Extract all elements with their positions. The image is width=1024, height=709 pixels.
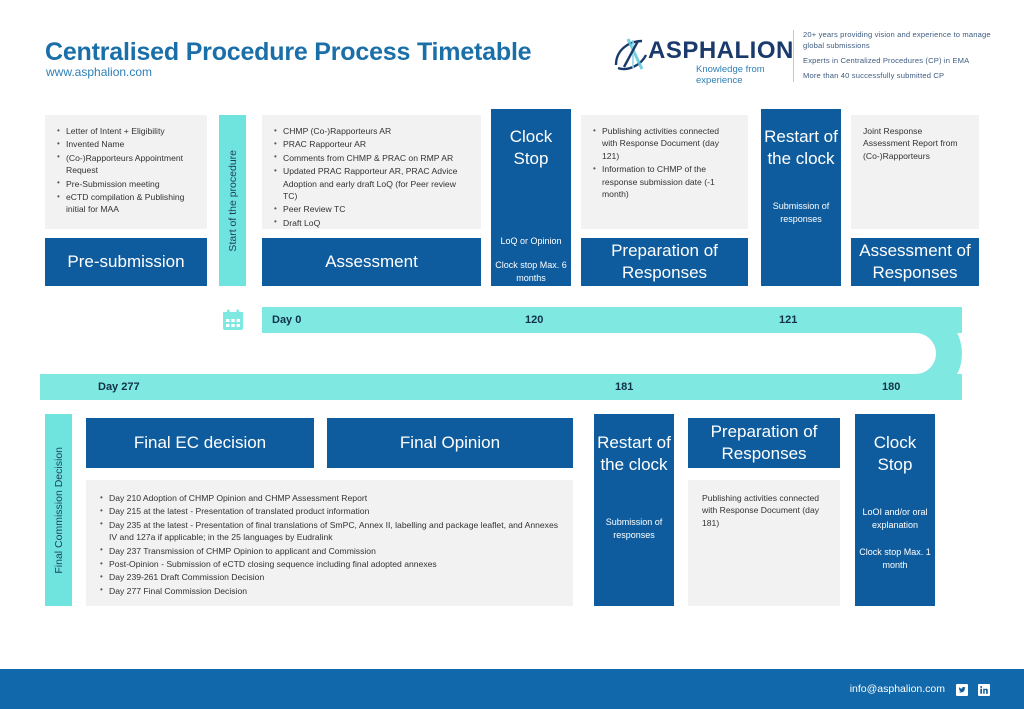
clock-stop-note-2: Clock stop Max. 6 months: [495, 260, 567, 283]
list-item: Publishing activities connected with Res…: [593, 124, 736, 162]
decision-notes: Day 210 Adoption of CHMP Opinion and CHM…: [86, 480, 573, 606]
list-item: Invented Name: [57, 138, 195, 151]
phase-label: Final Opinion: [399, 433, 501, 452]
list-item: Day 215 at the latest - Presentation of …: [100, 505, 559, 518]
note-text: Joint Response Assessment Report from (C…: [863, 126, 958, 161]
list-item: Comments from CHMP & PRAC on RMP AR: [274, 151, 469, 164]
logo-wordmark: ASPHALION: [648, 37, 794, 64]
logo-tagline: Knowledge from experience: [696, 64, 765, 86]
timeline-label-day277: Day 277: [98, 381, 140, 393]
header-claims: 20+ years providing vision and experienc…: [803, 29, 1008, 85]
calendar-icon: [223, 309, 243, 330]
list-item: Peer Review TC: [274, 203, 469, 216]
list-item: Letter of Intent + Eligibility: [57, 124, 195, 137]
timeline-label-180: 180: [882, 381, 901, 393]
phase-label: Preparation of Responses: [611, 241, 718, 282]
list-item: Day 239-261 Draft Commission Decision: [100, 571, 559, 584]
restart-clock-note: Submission of responses: [605, 517, 663, 540]
restart-clock-note: Submission of responses: [772, 201, 830, 224]
phase-label: Preparation of Responses: [710, 422, 818, 463]
timeline-label-121: 121: [779, 314, 798, 326]
list-item: (Co-)Rapporteurs Appointment Request: [57, 151, 195, 177]
list-item: Draft LoQ: [274, 216, 469, 229]
phase-label: Clock Stop: [873, 433, 917, 474]
list-item: Day 210 Adoption of CHMP Opinion and CHM…: [100, 491, 559, 504]
claim-line: Experts in Centralized Procedures (CP) i…: [803, 56, 970, 65]
twitter-icon[interactable]: [956, 684, 968, 696]
list-item: Day 235 at the latest - Presentation of …: [100, 518, 559, 544]
phase-preparation-bottom[interactable]: Preparation of Responses: [688, 418, 840, 468]
band-label: Final Commission Decision: [52, 446, 65, 574]
preparation-notes-top: Publishing activities connected with Res…: [581, 115, 748, 229]
phase-label: Assessment of Responses: [859, 241, 971, 282]
linkedin-icon[interactable]: [978, 684, 990, 696]
band-label: Start of the procedure: [226, 149, 239, 252]
phase-clock-stop-top[interactable]: Clock Stop LoQ or Opinion Clock stop Max…: [491, 109, 571, 286]
list-item: CHMP (Co-)Rapporteurs AR: [274, 124, 469, 137]
website-url: www.asphalion.com: [46, 65, 153, 79]
phase-clock-stop-bottom[interactable]: Clock Stop LoOI and/or oral explanation …: [855, 414, 935, 606]
page-title: Centralised Procedure Process Timetable: [45, 38, 532, 66]
assessment-notes: CHMP (Co-)Rapporteurs AR PRAC Rapporteur…: [262, 115, 481, 229]
final-commission-decision-band: Final Commission Decision: [45, 414, 72, 606]
infographic-page: Centralised Procedure Process Timetable …: [0, 0, 1024, 709]
header-divider: [793, 30, 794, 82]
list-item: eCTD compilation & Publishing initial fo…: [57, 191, 195, 216]
phase-label: Final EC decision: [133, 433, 267, 452]
list-item: PRAC Rapporteur AR: [274, 138, 469, 151]
timeline-label-120: 120: [525, 314, 544, 326]
checkered-flag-icon: [45, 376, 69, 398]
clock-stop-note-2: Clock stop Max. 1 month: [859, 547, 931, 570]
clock-stop-note-1: LoQ or Opinion: [500, 236, 562, 246]
phase-label: Restart of the clock: [764, 127, 838, 168]
phase-assessment[interactable]: Assessment: [262, 238, 481, 286]
list-item: Information to CHMP of the response subm…: [593, 163, 736, 200]
timeline-label-181: 181: [615, 381, 634, 393]
timeline-label-day0: Day 0: [272, 314, 302, 326]
phase-label: Assessment: [325, 252, 418, 271]
phase-final-ec-decision[interactable]: Final EC decision: [86, 418, 314, 468]
phase-label: Clock Stop: [509, 127, 553, 168]
list-item: Day 277 Final Commission Decision: [100, 584, 559, 597]
footer-email[interactable]: info@asphalion.com: [850, 683, 945, 695]
list-item: Updated PRAC Rapporteur AR, PRAC Advice …: [274, 165, 469, 202]
phase-label: Pre-submission: [67, 252, 185, 271]
phase-presubmission[interactable]: Pre-submission: [45, 238, 207, 286]
phase-preparation-top[interactable]: Preparation of Responses: [581, 238, 748, 286]
start-of-procedure-band: Start of the procedure: [219, 115, 246, 286]
phase-restart-clock-bottom[interactable]: Restart of the clock Submission of respo…: [594, 414, 674, 606]
list-item: Pre-Submission meeting: [57, 177, 195, 190]
clock-stop-note-1: LoOI and/or oral explanation: [862, 507, 928, 530]
claim-line: 20+ years providing vision and experienc…: [803, 30, 991, 50]
presubmission-notes: Letter of Intent + Eligibility Invented …: [45, 115, 207, 229]
claim-line: More than 40 successfully submitted CP: [803, 71, 945, 80]
joint-report-note: Joint Response Assessment Report from (C…: [851, 115, 979, 229]
list-item: Post-Opinion - Submission of eCTD closin…: [100, 558, 559, 571]
phase-restart-clock-top[interactable]: Restart of the clock Submission of respo…: [761, 109, 841, 286]
timeline-track-top: [262, 307, 962, 333]
list-item: Day 237 Transmission of CHMP Opinion to …: [100, 544, 559, 557]
phase-final-opinion[interactable]: Final Opinion: [327, 418, 573, 468]
asphalion-logo: ASPHALION Knowledge from experience: [612, 33, 797, 86]
preparation-note-bottom: Publishing activities connected with Res…: [688, 480, 840, 606]
note-text: Publishing activities connected with Res…: [702, 493, 820, 528]
phase-label: Restart of the clock: [597, 433, 671, 474]
timeline-arrow-head: [84, 374, 98, 400]
phase-assessment-of-responses[interactable]: Assessment of Responses: [851, 238, 979, 286]
timeline-track-bottom: [40, 374, 962, 400]
